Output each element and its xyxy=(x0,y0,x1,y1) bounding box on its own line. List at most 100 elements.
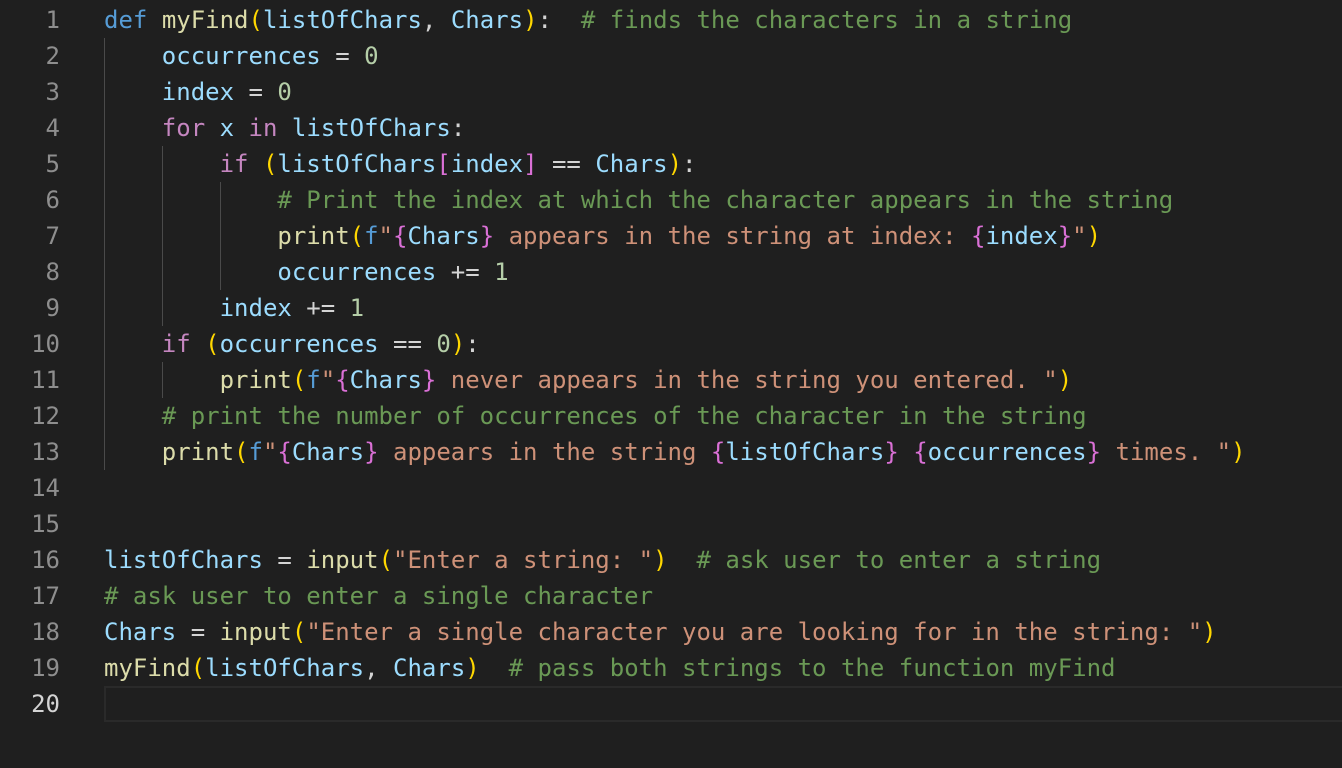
code-token: times. xyxy=(1101,438,1217,466)
code-line[interactable]: for x in listOfChars: xyxy=(104,110,1342,146)
code-token: 1 xyxy=(349,294,365,322)
code-line[interactable]: listOfChars = input("Enter a string: ") … xyxy=(104,542,1342,578)
code-token: ( xyxy=(234,438,249,466)
code-line[interactable]: print(f"{Chars} never appears in the str… xyxy=(104,362,1342,398)
code-token: in xyxy=(248,114,278,142)
code-line[interactable]: occurrences = 0 xyxy=(104,38,1342,74)
code-token: occurrences xyxy=(277,258,437,286)
code-token: input xyxy=(219,618,292,646)
code-token: { xyxy=(335,366,350,394)
code-token: ( xyxy=(378,546,394,574)
code-token: ( xyxy=(291,366,307,394)
code-token: ( xyxy=(205,330,220,358)
code-line[interactable]: if (occurrences == 0): xyxy=(104,326,1342,362)
code-token: = xyxy=(234,78,278,106)
code-line[interactable]: def myFind(listOfChars, Chars): # finds … xyxy=(104,2,1342,38)
code-token: [ xyxy=(436,150,451,178)
code-token: ) xyxy=(1231,438,1246,466)
line-number: 5 xyxy=(45,150,60,178)
code-token: index xyxy=(161,78,235,106)
code-token: { xyxy=(277,438,292,466)
code-token: } xyxy=(884,438,899,466)
code-token: f xyxy=(306,366,321,394)
code-token: appears in the string xyxy=(378,438,711,466)
line-number: 18 xyxy=(31,618,60,646)
code-token: 0 xyxy=(364,42,379,70)
code-line[interactable]: # ask user to enter a single character xyxy=(104,578,1342,614)
code-token: } xyxy=(1086,438,1102,466)
line-number: 10 xyxy=(31,330,60,358)
code-token: listOfChars xyxy=(277,150,437,178)
code-token: f xyxy=(248,438,263,466)
code-token: } xyxy=(479,222,495,250)
code-token: listOfChars xyxy=(725,438,885,466)
code-token: print xyxy=(277,222,350,250)
line-number: 2 xyxy=(45,42,60,70)
code-line[interactable]: if (listOfChars[index] == Chars): xyxy=(104,146,1342,182)
line-number: 17 xyxy=(31,582,60,610)
code-token: listOfChars xyxy=(262,6,422,34)
code-line[interactable]: print(f"{Chars} appears in the string {l… xyxy=(104,434,1342,470)
code-token: appears in the string at index: xyxy=(494,222,971,250)
line-number: 20 xyxy=(31,690,60,718)
code-token: ( xyxy=(262,150,278,178)
code-line[interactable]: myFind(listOfChars, Chars) # pass both s… xyxy=(104,650,1342,686)
code-token: ) xyxy=(1086,222,1102,250)
code-token: Chars xyxy=(349,366,422,394)
code-editor[interactable]: 1 2 3 4 5 6 7 8 9 10 11 12 13 14 15 16 17 18 19 20 def myFi… xyxy=(0,0,1342,768)
code-token: Chars xyxy=(407,222,480,250)
code-line[interactable]: # Print the index at which the character… xyxy=(104,182,1342,218)
code-token: " xyxy=(1043,366,1058,394)
code-token: Chars xyxy=(104,618,177,646)
code-token: , xyxy=(421,6,451,34)
code-line[interactable]: print(f"{Chars} appears in the string at… xyxy=(104,218,1342,254)
code-line[interactable]: index = 0 xyxy=(104,74,1342,110)
code-token: " xyxy=(1216,438,1232,466)
code-token: occurrences xyxy=(927,438,1087,466)
code-token: ) xyxy=(523,6,538,34)
line-number: 14 xyxy=(31,474,60,502)
code-token: } xyxy=(421,366,437,394)
code-token: # Print the index at which the character… xyxy=(277,186,1174,214)
code-token: myFind xyxy=(161,6,249,34)
line-number: 13 xyxy=(31,438,60,466)
code-token: "Enter a string: " xyxy=(393,546,654,574)
line-number: 8 xyxy=(45,258,60,286)
code-token: Chars xyxy=(291,438,365,466)
code-token: == xyxy=(537,150,596,178)
code-line[interactable] xyxy=(104,470,1342,506)
code-token: for xyxy=(161,114,206,142)
code-token: ) xyxy=(450,330,466,358)
code-line[interactable]: index += 1 xyxy=(104,290,1342,326)
code-line[interactable] xyxy=(104,506,1342,542)
code-area[interactable]: def myFind(listOfChars, Chars): # finds … xyxy=(104,2,1342,722)
line-number: 7 xyxy=(45,222,60,250)
line-number: 4 xyxy=(45,114,60,142)
code-token: if xyxy=(161,330,191,358)
code-line[interactable]: Chars = input("Enter a single character … xyxy=(104,614,1342,650)
code-line[interactable]: # print the number of occurrences of the… xyxy=(104,398,1342,434)
line-number: 12 xyxy=(31,402,60,430)
code-line[interactable]: occurrences += 1 xyxy=(104,254,1342,290)
code-token: listOfChars xyxy=(291,114,451,142)
code-token: ) xyxy=(667,150,683,178)
code-token: ] xyxy=(523,150,538,178)
code-token: print xyxy=(161,438,235,466)
code-token: Chars xyxy=(393,654,466,682)
code-token: { xyxy=(393,222,408,250)
code-line[interactable] xyxy=(104,686,1342,722)
code-token: , xyxy=(364,654,394,682)
code-token: x xyxy=(219,114,235,142)
code-token: += xyxy=(436,258,495,286)
